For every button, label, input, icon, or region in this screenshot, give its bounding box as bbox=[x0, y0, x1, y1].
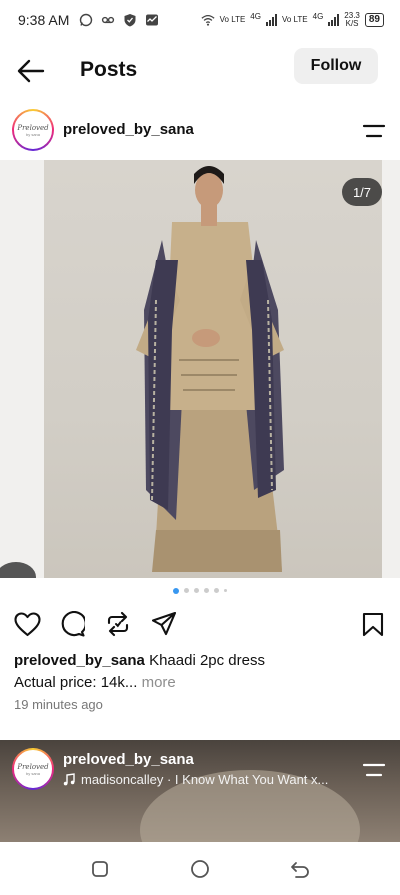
follow-button[interactable]: Follow bbox=[294, 48, 378, 84]
shield-icon bbox=[123, 13, 137, 27]
repost-button[interactable] bbox=[104, 610, 132, 638]
back-arrow-icon bbox=[17, 59, 45, 83]
save-button[interactable] bbox=[359, 610, 387, 638]
send-icon bbox=[151, 611, 177, 636]
battery-icon: 89 bbox=[364, 13, 384, 27]
carousel-indicator bbox=[0, 588, 400, 594]
next-post-audio[interactable]: madisoncalley · I Know What You Want x..… bbox=[63, 772, 328, 787]
audio-label: madisoncalley · I Know What You Want x..… bbox=[81, 772, 329, 787]
speed-unit: K/S bbox=[345, 19, 359, 28]
sim2-label: Vo LTE bbox=[281, 15, 308, 24]
bookmark-icon bbox=[362, 612, 384, 636]
menu-icon bbox=[362, 763, 386, 777]
carousel-dot bbox=[224, 589, 227, 592]
carousel-dot bbox=[173, 588, 179, 594]
home-icon bbox=[191, 860, 209, 878]
heart-icon bbox=[13, 611, 41, 636]
activity-icon bbox=[145, 13, 159, 27]
next-post-username[interactable]: preloved_by_sana bbox=[63, 751, 194, 768]
avatar-logo-text: Preloved bbox=[17, 123, 49, 132]
more-link[interactable]: more bbox=[142, 674, 176, 691]
like-button[interactable] bbox=[13, 610, 41, 638]
back-button[interactable] bbox=[16, 58, 46, 84]
share-button[interactable] bbox=[150, 610, 178, 638]
post-header: Preloved by sana preloved_by_sana bbox=[0, 107, 400, 157]
comment-icon bbox=[61, 611, 85, 637]
back-nav-icon bbox=[291, 862, 309, 878]
network-speed: 23.3 K/S bbox=[344, 12, 360, 28]
overlay-shadow bbox=[0, 562, 36, 578]
post-caption: preloved_by_sana Khaadi 2pc dress Actual… bbox=[14, 650, 384, 694]
avatar-logo-text: Preloved bbox=[17, 762, 49, 771]
signal-bars-icon bbox=[265, 14, 277, 26]
caption-text: Khaadi 2pc dress bbox=[149, 652, 265, 669]
carousel-dot bbox=[194, 588, 199, 593]
status-bar: 9:38 AM Vo LTE 4G Vo LTE 4G 23.3 K/S 89 bbox=[0, 0, 400, 40]
image-counter: 1/7 bbox=[342, 178, 382, 206]
caption-line-2: Actual price: 14k... more bbox=[14, 672, 384, 694]
status-time: 9:38 AM bbox=[18, 12, 70, 28]
post-image[interactable]: 1/7 bbox=[0, 160, 400, 578]
home-button[interactable] bbox=[189, 858, 211, 880]
avatar-logo-subtext: by sana bbox=[25, 770, 40, 776]
caption-username[interactable]: preloved_by_sana bbox=[14, 652, 145, 669]
sim1-network: 4G bbox=[250, 12, 261, 21]
sim2-network: 4G bbox=[312, 12, 324, 21]
top-header: Posts Follow bbox=[0, 40, 400, 102]
whatsapp-icon bbox=[79, 13, 93, 27]
post-username[interactable]: preloved_by_sana bbox=[63, 121, 194, 138]
next-post-options-button[interactable] bbox=[362, 762, 386, 778]
page-title: Posts bbox=[80, 58, 138, 81]
action-bar bbox=[0, 606, 400, 640]
system-nav-bar bbox=[0, 842, 400, 895]
repost-icon bbox=[107, 611, 129, 637]
wifi-icon bbox=[201, 13, 215, 27]
avatar[interactable]: Preloved by sana bbox=[12, 748, 54, 790]
recents-icon bbox=[92, 861, 108, 877]
sim1-label: Vo LTE bbox=[219, 15, 246, 24]
avatar[interactable]: Preloved by sana bbox=[12, 109, 54, 151]
back-nav-button[interactable] bbox=[289, 858, 311, 880]
next-post-preview[interactable]: Preloved by sana preloved_by_sana madiso… bbox=[0, 740, 400, 842]
avatar-logo-subtext: by sana bbox=[25, 131, 40, 137]
recents-button[interactable] bbox=[89, 858, 111, 880]
carousel-dot bbox=[204, 588, 209, 593]
dress-photo-illustration bbox=[136, 166, 284, 572]
comment-button[interactable] bbox=[58, 610, 86, 638]
signal-bars-icon bbox=[328, 14, 340, 26]
post-options-button[interactable] bbox=[362, 123, 386, 139]
post-timestamp: 19 minutes ago bbox=[14, 697, 103, 712]
carousel-dot bbox=[184, 588, 189, 593]
menu-icon bbox=[362, 124, 386, 138]
carousel-dot bbox=[214, 588, 219, 593]
caption-line-1: preloved_by_sana Khaadi 2pc dress bbox=[14, 650, 384, 672]
caption-price: Actual price: 14k... bbox=[14, 674, 138, 691]
music-note-icon bbox=[63, 773, 75, 786]
voicemail-icon bbox=[101, 13, 115, 27]
post-photo bbox=[44, 160, 382, 578]
